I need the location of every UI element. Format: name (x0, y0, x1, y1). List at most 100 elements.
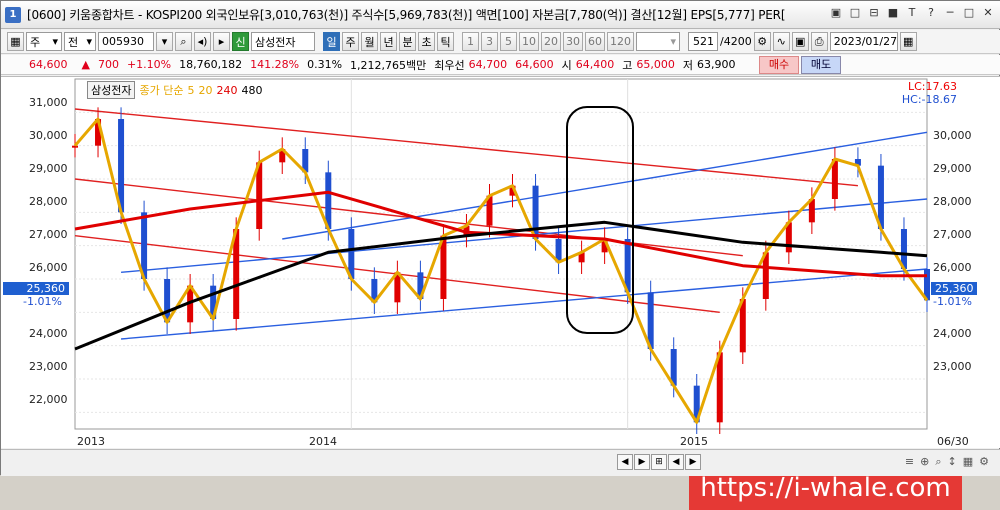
trend-line-red (74, 108, 858, 187)
zoom-in-icon[interactable]: ⊕ (920, 455, 929, 469)
fill-icon[interactable]: ■ (886, 6, 900, 20)
maximize-icon[interactable]: □ (962, 6, 976, 20)
count-total: /4200 (720, 35, 752, 48)
y-tick-left: 23,000 (29, 360, 68, 373)
calendar-icon[interactable]: ▦ (899, 32, 917, 51)
minute-10-button[interactable]: 10 (519, 32, 539, 51)
ma-240-line (74, 190, 927, 278)
table-icon[interactable]: ▦ (963, 455, 973, 469)
minimize-icon[interactable]: ─ (943, 6, 957, 20)
resize-icon[interactable]: ↕ (948, 455, 957, 469)
minute-30-button[interactable]: 30 (563, 32, 583, 51)
count-input[interactable]: 521 (688, 32, 718, 51)
last-pct-left: -1.01% (23, 295, 62, 308)
custom-period-select[interactable]: ▾ (636, 32, 680, 51)
title-bar: 1 [0600] 키움종합차트 - KOSPI200 외국인보유[3,010,7… (1, 1, 1000, 29)
page-left-icon[interactable]: ◀ (668, 454, 684, 470)
market-select[interactable]: 주 ▾ (26, 32, 62, 51)
y-tick-left: 26,000 (29, 261, 68, 274)
zoom-icon[interactable]: ⊞ (651, 454, 667, 470)
settings-icon[interactable]: ⚙ (753, 32, 771, 51)
best-bid: 64,600 (515, 58, 554, 71)
y-tick-right: 23,000 (933, 360, 972, 373)
bottom-tools: ≡ ⊕ ⌕ ↕ ▦ ⚙ (905, 455, 989, 469)
x-tick: 2014 (309, 435, 337, 448)
settings-icon[interactable]: ⚙ (979, 455, 989, 469)
period-year-button[interactable]: 년 (380, 32, 397, 51)
high-label: 고 (622, 58, 633, 72)
buy-button[interactable]: 매수 (759, 56, 799, 74)
period-minute-button[interactable]: 분 (399, 32, 416, 51)
y-tick-left: 27,000 (29, 228, 68, 241)
speaker-icon[interactable]: ◂) (194, 32, 211, 51)
scroll-right-icon[interactable]: ▶ (634, 454, 650, 470)
split-icon[interactable]: ⊟ (867, 6, 881, 20)
y-tick-left: 28,000 (29, 195, 68, 208)
restore-icon[interactable]: □ (848, 6, 862, 20)
mode-label: 전 (68, 35, 79, 49)
minute-20-button[interactable]: 20 (541, 32, 561, 51)
indicator-icon[interactable]: ∿ (772, 32, 790, 51)
sell-button[interactable]: 매도 (801, 56, 841, 74)
search-icon[interactable]: ⌕ (935, 455, 941, 469)
last-pct-right: -1.01% (933, 295, 972, 308)
stock-name: 삼성전자 (251, 32, 315, 51)
menu-icon[interactable]: ≡ (905, 455, 914, 469)
scroll-left-icon[interactable]: ◀ (617, 454, 633, 470)
x-tick: 06/30 (937, 435, 969, 448)
y-tick-right: 26,000 (933, 261, 972, 274)
minute-120-button[interactable]: 120 (607, 32, 634, 51)
period-month-button[interactable]: 월 (361, 32, 378, 51)
shin-badge: 신 (232, 32, 249, 51)
chart-window: 1 [0600] 키움종합차트 - KOSPI200 외국인보유[3,010,7… (0, 0, 1000, 510)
chart-legend: 삼성전자 종가 단순 5 20 240 480 (87, 81, 262, 99)
price-change-pct: +1.10% (126, 58, 172, 71)
toolbar: ▦ 주 ▾ 전 ▾ 005930 ▾ ⌕ ◂) ▸ 신 삼성전자 일 주 월 년 분… (1, 30, 1000, 54)
y-tick-left: 22,000 (29, 393, 68, 406)
market-label: 주 (30, 35, 41, 49)
period-day-button[interactable]: 일 (323, 32, 340, 51)
legend-ma-20: 20 (198, 83, 213, 97)
window-controls: ▣ □ ⊟ ■ T ? ─ □ ✕ (829, 6, 995, 20)
period-tick-button[interactable]: 틱 (437, 32, 454, 51)
minute-5-button[interactable]: 5 (500, 32, 517, 51)
period-second-button[interactable]: 초 (418, 32, 435, 51)
link-icon[interactable]: ▣ (829, 6, 843, 20)
legend-text: 종가 단순 (139, 84, 184, 97)
chevron-down-icon: ▾ (86, 35, 92, 48)
grid-icon[interactable]: ▦ (7, 32, 24, 51)
minute-60-button[interactable]: 60 (585, 32, 605, 51)
up-arrow-icon: ▲ (81, 58, 90, 71)
scroll-nav: ◀ ▶ ⊞ ◀ ▶ (617, 454, 701, 470)
close-icon[interactable]: ✕ (981, 6, 995, 20)
price-chart[interactable]: 삼성전자 종가 단순 5 20 240 480 LC:17.63 HC:-18.… (1, 76, 1000, 510)
arrow-icon[interactable]: ▸ (213, 32, 230, 51)
volume: 18,760,182 (179, 58, 243, 71)
minute-1-button[interactable]: 1 (462, 32, 479, 51)
chart-canvas (72, 78, 930, 434)
minute-3-button[interactable]: 3 (481, 32, 498, 51)
window-title: [0600] 키움종합차트 - KOSPI200 외국인보유[3,010,763… (27, 8, 786, 22)
print-icon[interactable]: ⎙ (810, 32, 828, 51)
legend-ma-480: 480 (241, 83, 263, 97)
mode-select[interactable]: 전 ▾ (64, 32, 96, 51)
search-icon[interactable]: ⌕ (175, 32, 192, 51)
text-icon[interactable]: T (905, 6, 919, 20)
current-price: 64,600 (29, 58, 68, 71)
trading-amount: 1,212,765백만 (350, 58, 427, 72)
save-icon[interactable]: ▣ (791, 32, 809, 51)
date-input[interactable]: 2023/01/27 (829, 32, 898, 51)
dropdown-icon[interactable]: ▾ (156, 32, 173, 51)
legend-ma-5: 5 (187, 83, 195, 97)
help-icon[interactable]: ? (924, 6, 938, 20)
y-tick-right: 30,000 (933, 129, 972, 142)
page-right-icon[interactable]: ▶ (685, 454, 701, 470)
chevron-down-icon: ▾ (52, 35, 58, 48)
y-tick-left: 31,000 (29, 96, 68, 109)
turnover: 0.31% (307, 58, 343, 71)
volume-ratio: 141.28% (250, 58, 300, 71)
period-week-button[interactable]: 주 (342, 32, 359, 51)
stock-code-input[interactable]: 005930 (98, 32, 154, 51)
x-tick: 2013 (77, 435, 105, 448)
trend-line-red (74, 178, 743, 257)
